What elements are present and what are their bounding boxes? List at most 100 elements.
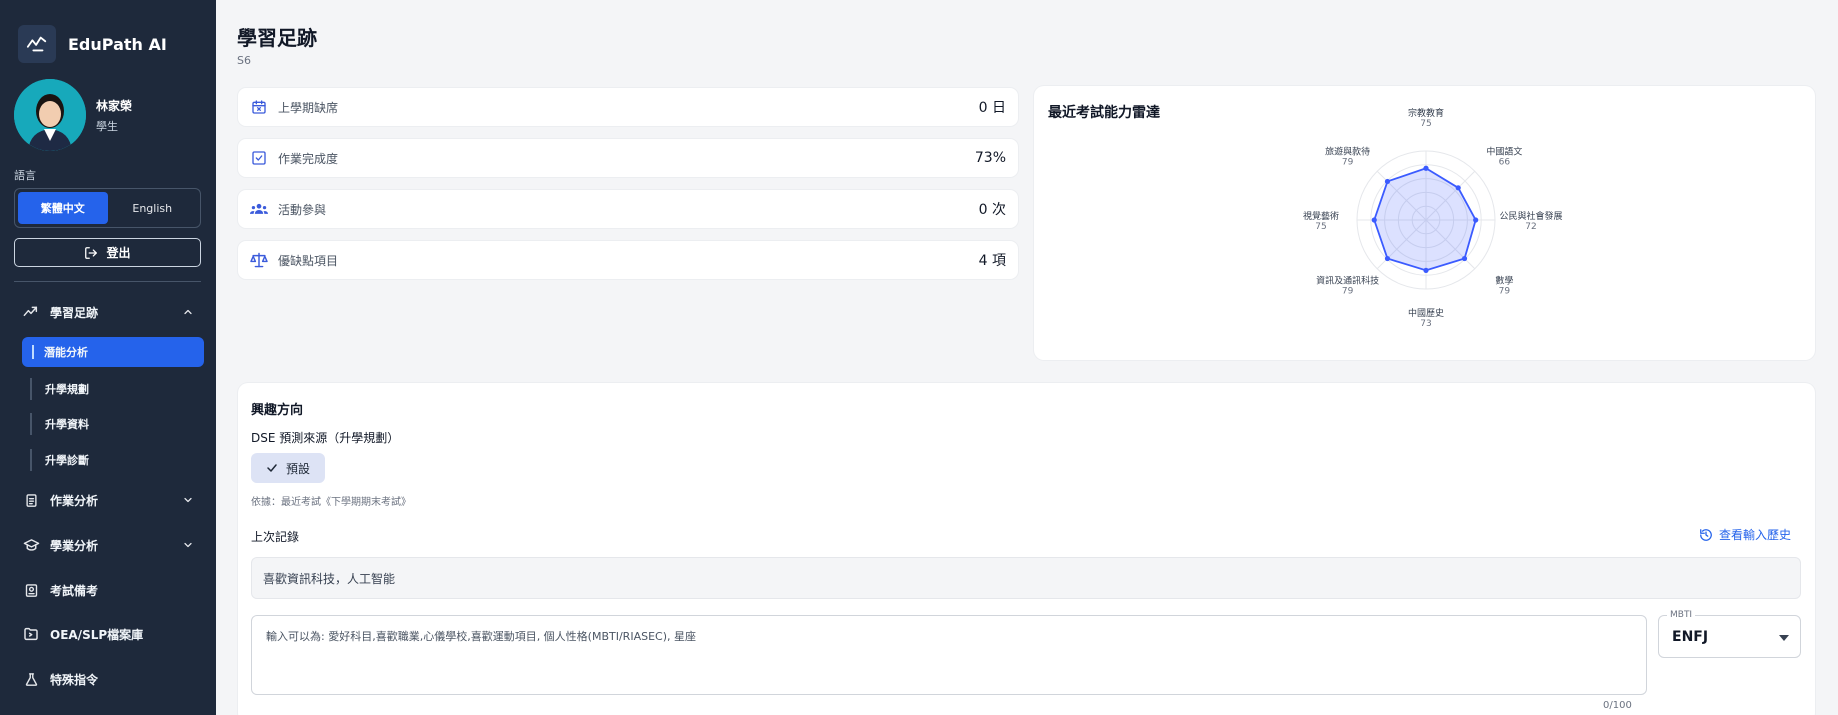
nav-label: OEA/SLP檔案庫	[50, 627, 144, 642]
stat-card-absence: 上學期缺席 0 日	[238, 88, 1018, 126]
brand-logo-icon	[18, 25, 56, 63]
stat-label: 上學期缺席	[278, 100, 339, 115]
chip-label: 預設	[285, 461, 310, 476]
radar-category-label: 視覺藝術	[1303, 210, 1339, 222]
logout-label: 登出	[106, 246, 131, 260]
stat-value: 4 項	[978, 253, 1006, 269]
radar-category-label: 宗教教育	[1408, 107, 1444, 119]
radar-value-label: 66	[1499, 158, 1511, 168]
stat-label: 作業完成度	[278, 151, 339, 166]
radar-point-1	[1455, 185, 1461, 191]
stat-label: 活動參與	[278, 202, 327, 217]
group-icon	[250, 200, 268, 218]
exam-book-icon	[22, 581, 40, 599]
logout-button[interactable]: 登出	[14, 238, 201, 267]
folder-icon	[22, 625, 40, 643]
radar-value-label: 75	[1420, 119, 1431, 129]
radar-category-label: 數學	[1495, 274, 1513, 286]
stat-card-activities: 活動參與 0 次	[238, 190, 1018, 228]
radar-point-6	[1371, 217, 1377, 223]
scale-icon	[250, 251, 268, 269]
nav-label: 學業分析	[50, 538, 99, 553]
stat-value: 0 次	[978, 202, 1006, 218]
avatar	[14, 79, 86, 151]
dse-source-label: DSE 預測來源（升學規劃）	[251, 431, 400, 445]
nav-homework-analysis[interactable]: 作業分析	[22, 488, 194, 512]
language-label: 語言	[14, 169, 36, 182]
sidebar-divider	[14, 281, 201, 282]
radar-category-label: 公民與社會發展	[1499, 210, 1562, 222]
radar-chart: 宗教教育75中國語文66公民與社會發展72數學79中國歷史73資訊及通訊科技79…	[1303, 107, 1563, 329]
subnav-admission-planning[interactable]: 升學規劃	[30, 378, 89, 400]
stat-card-strengths-weaknesses: 優缺點項目 4 項	[238, 241, 1018, 279]
char-count: 0/100	[1603, 700, 1632, 711]
interest-card: 興趣方向 DSE 預測來源（升學規劃） 預設 依據：最近考試《下學期期末考試》 …	[238, 383, 1815, 715]
radar-series-area	[1373, 167, 1477, 272]
stat-card-homework-completion: 作業完成度 73%	[238, 139, 1018, 177]
radar-category-label: 旅遊與款待	[1325, 146, 1370, 158]
subnav-admission-info[interactable]: 升學資料	[30, 413, 89, 435]
radar-value-label: 75	[1315, 222, 1326, 232]
language-toggle: 繁體中文 English	[14, 188, 201, 228]
nav-oea-slp-archive[interactable]: OEA/SLP檔案庫	[22, 622, 194, 646]
view-history-label: 查看輸入歷史	[1718, 528, 1791, 542]
radar-value-label: 72	[1525, 222, 1536, 232]
brand-name: EduPath AI	[68, 34, 167, 54]
stat-label: 優缺點項目	[278, 253, 339, 268]
user-name: 林家榮	[96, 99, 133, 113]
radar-card: 最近考試能力雷達 宗教教育 75 中國語文 66 公民與社會發展 72 數學 79 中國歷史 73…	[1034, 86, 1815, 360]
nav-label: 學習足跡	[50, 305, 99, 320]
radar-value-label: 79	[1499, 286, 1511, 296]
chevron-down-icon	[184, 542, 192, 548]
dropdown-caret-icon	[1779, 635, 1789, 641]
radar-category-label: 中國語文	[1486, 146, 1522, 158]
last-record-label: 上次記錄	[251, 530, 300, 544]
view-history-link[interactable]: 查看輸入歷史	[1699, 526, 1791, 543]
check-icon	[267, 464, 277, 472]
subnav-potential-analysis[interactable]: 潛能分析	[22, 337, 204, 367]
radar-point-7	[1384, 178, 1391, 185]
chevron-down-icon	[184, 497, 192, 503]
page-subtitle: S6	[237, 54, 251, 67]
radar-point-5	[1384, 255, 1391, 262]
interest-input[interactable]: 輸入可以為: 愛好科目,喜歡職業,心儀學校,喜歡運動項目, 個人性格(MBTI/…	[251, 615, 1647, 695]
default-chip[interactable]: 預設	[251, 453, 325, 483]
logout-icon	[85, 246, 98, 259]
radar-point-3	[1461, 255, 1468, 262]
nav-academic-analysis[interactable]: 學業分析	[22, 533, 194, 557]
basis-note: 依據：最近考試《下學期期末考試》	[251, 497, 411, 508]
user-role: 學生	[96, 120, 118, 133]
nav-label: 特殊指令	[50, 672, 99, 687]
nav-label: 考試備考	[50, 583, 99, 598]
calendar-x-icon	[250, 98, 268, 116]
nav-exam-prep[interactable]: 考試備考	[22, 578, 194, 602]
nav-learning-footprint[interactable]: 學習足跡	[22, 300, 194, 324]
brand[interactable]: EduPath AI	[18, 25, 167, 63]
subnav-admission-diagnosis[interactable]: 升學診斷	[30, 449, 89, 471]
radar-value-label: 79	[1342, 158, 1354, 168]
radar-value-label: 73	[1420, 319, 1431, 329]
interest-title: 興趣方向	[251, 403, 304, 418]
stat-value: 73%	[974, 150, 1006, 166]
nav-special-commands[interactable]: 特殊指令	[22, 667, 194, 691]
mbti-label: MBTI	[1667, 610, 1696, 620]
graduation-cap-icon	[22, 536, 40, 554]
lang-option-zh[interactable]: 繁體中文	[18, 192, 108, 224]
trending-icon	[22, 303, 40, 321]
nav-label: 作業分析	[50, 493, 99, 508]
radar-point-2	[1473, 217, 1479, 223]
chevron-up-icon	[184, 309, 192, 315]
radar-value-label: 79	[1342, 286, 1354, 296]
mbti-value: ENFJ	[1672, 629, 1709, 645]
radar-point-0	[1423, 165, 1429, 171]
lang-option-en[interactable]: English	[108, 192, 198, 224]
flask-icon	[22, 670, 40, 688]
document-icon	[22, 491, 40, 509]
history-icon	[1700, 528, 1712, 541]
page-title: 學習足跡	[237, 26, 317, 50]
radar-category-label: 資訊及通訊科技	[1316, 274, 1379, 286]
sidebar: EduPath AI 林家榮 學生 語言 繁體中文 English 登出 學習足…	[0, 0, 216, 715]
radar-point-4	[1423, 267, 1429, 273]
check-square-icon	[250, 149, 268, 167]
radar-category-label: 中國歷史	[1408, 307, 1444, 319]
